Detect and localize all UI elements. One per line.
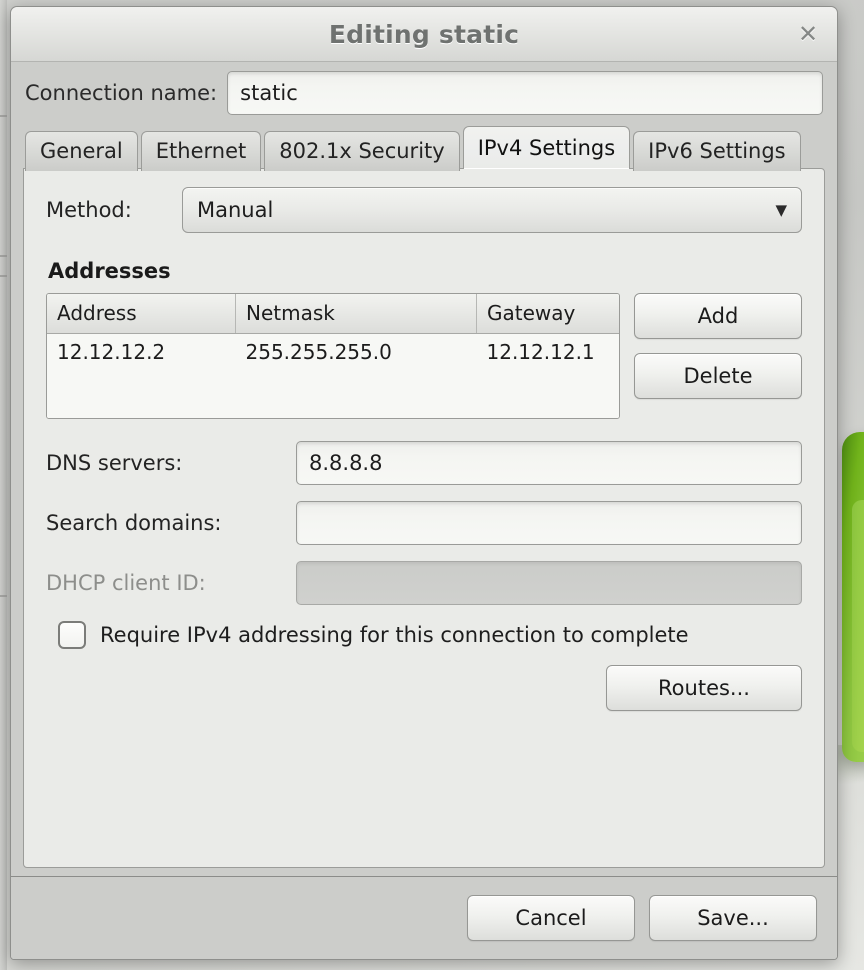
dialog-title: Editing static bbox=[328, 19, 520, 49]
method-dropdown[interactable]: Manual ▼ bbox=[182, 187, 802, 233]
connection-name-input[interactable]: static bbox=[227, 71, 823, 115]
cell-address[interactable]: 12.12.12.2 bbox=[47, 333, 236, 371]
addresses-table: Address Netmask Gateway 12.12.12.2 255.2… bbox=[47, 294, 619, 418]
editing-connection-dialog: Editing static ✕ Connection name: static… bbox=[10, 6, 838, 960]
desktop-green-object-face bbox=[852, 500, 864, 752]
tab-8021x-security[interactable]: 802.1x Security bbox=[264, 131, 460, 171]
cancel-button[interactable]: Cancel bbox=[467, 895, 635, 941]
table-header-row: Address Netmask Gateway bbox=[47, 294, 619, 334]
cell-gateway[interactable]: 12.12.12.1 bbox=[476, 333, 619, 371]
add-button[interactable]: Add bbox=[634, 293, 802, 339]
column-header-address[interactable]: Address bbox=[47, 294, 236, 334]
addresses-buttons: Add Delete bbox=[634, 293, 802, 399]
column-header-netmask[interactable]: Netmask bbox=[235, 294, 477, 334]
addresses-section-title: Addresses bbox=[48, 259, 171, 283]
addresses-table-wrapper: Address Netmask Gateway 12.12.12.2 255.2… bbox=[46, 293, 620, 419]
dialog-body: Connection name: static General Ethernet… bbox=[11, 62, 837, 959]
connection-name-row: Connection name: static bbox=[11, 62, 837, 126]
dns-servers-input[interactable]: 8.8.8.8 bbox=[296, 441, 802, 485]
method-row: Method: Manual ▼ bbox=[46, 187, 802, 233]
dhcp-client-id-label: DHCP client ID: bbox=[46, 571, 206, 595]
connection-name-label: Connection name: bbox=[25, 81, 218, 105]
dns-servers-row: DNS servers: 8.8.8.8 bbox=[46, 441, 802, 485]
dhcp-client-id-row: DHCP client ID: bbox=[46, 561, 802, 605]
tab-ipv6-settings[interactable]: IPv6 Settings bbox=[633, 131, 801, 171]
routes-button[interactable]: Routes... bbox=[606, 665, 802, 711]
require-ipv4-row: Require IPv4 addressing for this connect… bbox=[58, 621, 802, 649]
search-domains-label: Search domains: bbox=[46, 511, 222, 535]
search-domains-input[interactable] bbox=[296, 501, 802, 545]
dhcp-client-id-input bbox=[296, 561, 802, 605]
cell-netmask[interactable]: 255.255.255.0 bbox=[235, 333, 477, 371]
desktop-background: Editing static ✕ Connection name: static… bbox=[0, 0, 864, 970]
chevron-down-icon: ▼ bbox=[775, 201, 787, 219]
settings-notebook: General Ethernet 802.1x Security IPv4 Se… bbox=[23, 126, 825, 868]
ipv4-settings-panel: Method: Manual ▼ Addresses Address Netma… bbox=[23, 168, 825, 868]
table-empty-row bbox=[47, 371, 619, 418]
method-label: Method: bbox=[46, 198, 132, 222]
tab-general[interactable]: General bbox=[25, 131, 138, 171]
tab-bar: General Ethernet 802.1x Security IPv4 Se… bbox=[23, 126, 825, 171]
tab-ipv4-settings[interactable]: IPv4 Settings bbox=[462, 126, 631, 169]
require-ipv4-label[interactable]: Require IPv4 addressing for this connect… bbox=[100, 623, 689, 647]
save-button[interactable]: Save... bbox=[649, 895, 817, 941]
column-header-gateway[interactable]: Gateway bbox=[476, 294, 619, 334]
method-selected-value: Manual bbox=[197, 198, 274, 222]
routes-row: Routes... bbox=[46, 665, 802, 711]
tab-ethernet[interactable]: Ethernet bbox=[140, 131, 262, 171]
dialog-titlebar: Editing static ✕ bbox=[11, 7, 837, 62]
search-domains-row: Search domains: bbox=[46, 501, 802, 545]
require-ipv4-checkbox[interactable] bbox=[58, 621, 86, 649]
table-row[interactable]: 12.12.12.2 255.255.255.0 12.12.12.1 bbox=[47, 333, 619, 371]
addresses-area: Address Netmask Gateway 12.12.12.2 255.2… bbox=[46, 293, 802, 419]
delete-button[interactable]: Delete bbox=[634, 353, 802, 399]
dialog-action-area: Cancel Save... bbox=[11, 876, 837, 959]
dns-servers-label: DNS servers: bbox=[46, 451, 183, 475]
close-icon[interactable]: ✕ bbox=[793, 19, 823, 49]
desktop-left-edge bbox=[0, 0, 7, 970]
